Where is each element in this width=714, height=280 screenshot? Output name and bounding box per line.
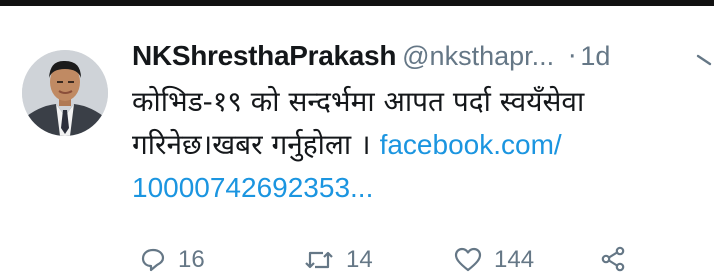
tweet-header: NKShresthaPrakash @nksthapr... · 1d [132,40,712,80]
tweet-link-continued[interactable]: 10000742692353... [132,166,692,209]
author-display-name[interactable]: NKShresthaPrakash [132,40,396,71]
like-count: 144 [494,246,535,273]
retweet-count: 14 [346,246,373,273]
avatar-image [22,50,108,136]
share-button[interactable] [600,246,626,272]
reply-icon [141,248,165,272]
tweet-text-line: कोभिड-१९ को सन्दर्भमा आपत पर्दा स्वयँसेव… [132,85,585,118]
tweet-text-line: गरिनेछ।खबर गर्नुहोला । facebook.com/ [132,123,692,166]
tweet[interactable]: NKShresthaPrakash @nksthapr... · 1d कोभिड-१… [0,6,714,273]
reply-button[interactable]: 16 [140,246,205,274]
avatar[interactable] [22,50,108,136]
retweet-icon [305,251,333,269]
like-icon [454,247,482,272]
tweet-text-segment: गरिनेछ।खबर गर्नुहोला । [132,128,380,161]
header-separator: · [568,42,577,72]
author-handle[interactable]: @nksthapr... [402,41,554,71]
tweet-timestamp[interactable]: 1d [580,41,610,71]
tweet-text: कोभिड-१९ को सन्दर्भमा आपत पर्दा स्वयँसेव… [132,80,692,209]
like-button[interactable]: 144 [454,246,534,274]
retweet-button[interactable]: 14 [304,246,373,274]
tweet-link[interactable]: facebook.com/ [380,129,562,160]
tweet-actions: 16 14 144 [132,246,692,280]
reply-count: 16 [178,246,205,273]
chevron-down-icon[interactable] [696,52,714,72]
share-icon [601,246,625,272]
